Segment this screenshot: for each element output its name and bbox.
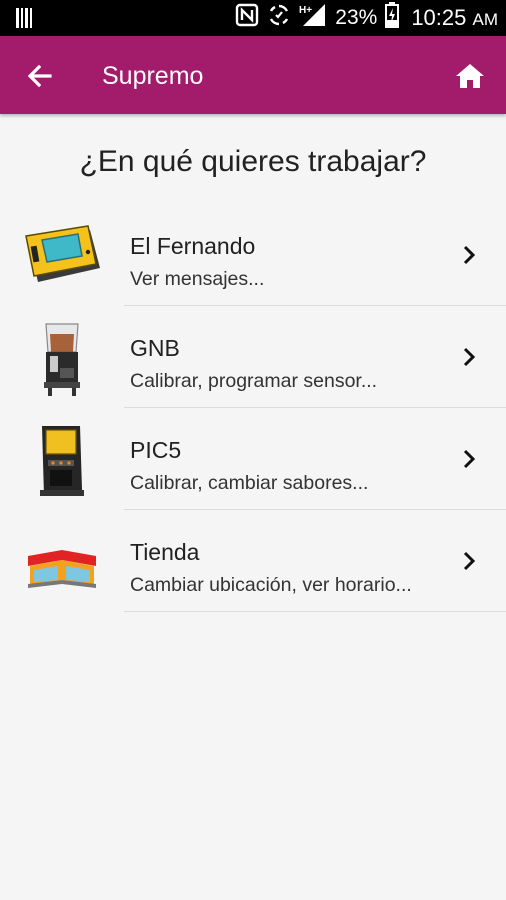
item-name: GNB xyxy=(130,335,180,361)
clock: 10:25 AM xyxy=(411,5,498,30)
sync-icon xyxy=(267,3,291,33)
list-item-tienda[interactable]: Tienda Cambiar ubicación, ver horario... xyxy=(0,510,506,612)
store-icon xyxy=(20,522,104,602)
page-title: ¿En qué quieres trabajar? xyxy=(79,145,427,178)
chevron-right-icon xyxy=(462,550,476,572)
chevron-right-icon xyxy=(462,244,476,266)
app-bar: Supremo xyxy=(0,36,506,114)
status-bar: H+ 23% 10:25 AM xyxy=(0,0,506,36)
list-item-pic5[interactable]: PIC5 Calibrar, cambiar sabores... xyxy=(0,408,506,510)
svg-text:H+: H+ xyxy=(299,5,312,16)
machine-icon xyxy=(20,420,104,500)
battery-charging-icon xyxy=(385,2,400,34)
barcode-icon xyxy=(16,8,34,33)
home-icon[interactable] xyxy=(452,58,488,94)
app-title: Supremo xyxy=(102,62,204,90)
chevron-right-icon xyxy=(462,448,476,470)
item-description: Ver mensajes... xyxy=(130,268,265,290)
item-name: Tienda xyxy=(130,539,200,565)
item-description: Calibrar, cambiar sabores... xyxy=(130,472,369,494)
item-name: PIC5 xyxy=(130,437,182,463)
item-list: El Fernando Ver mensajes... GNB Calibrar… xyxy=(0,204,506,612)
battery-percent: 23% xyxy=(335,6,378,29)
item-description: Cambiar ubicación, ver horario... xyxy=(130,574,412,596)
device-icon xyxy=(20,216,104,296)
item-description: Calibrar, programar sensor... xyxy=(130,370,378,392)
divider xyxy=(124,610,506,612)
item-name: El Fernando xyxy=(130,233,256,259)
list-item-gnb[interactable]: GNB Calibrar, programar sensor... xyxy=(0,306,506,408)
dispenser-icon xyxy=(20,318,104,398)
hplus-signal-icon: H+ xyxy=(299,3,327,33)
chevron-right-icon xyxy=(462,346,476,368)
list-item-el-fernando[interactable]: El Fernando Ver mensajes... xyxy=(0,204,506,306)
arrow-back-icon[interactable] xyxy=(22,58,58,94)
nfc-icon xyxy=(235,3,259,33)
